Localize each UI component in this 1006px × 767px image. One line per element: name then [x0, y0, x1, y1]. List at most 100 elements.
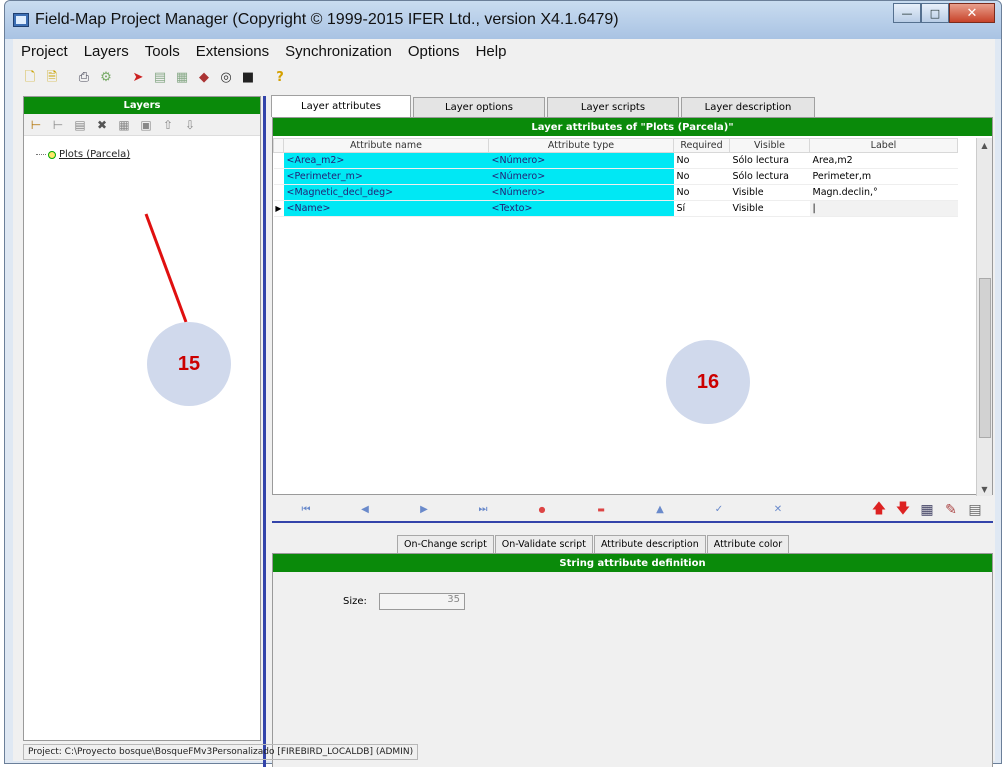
attributes-table: Attribute name Attribute type Required V… — [273, 138, 958, 217]
app-icon — [13, 13, 29, 27]
settings-icon[interactable]: ⚙ — [97, 68, 115, 86]
cell-attribute-name[interactable]: <Magnetic_decl_deg> — [283, 184, 489, 201]
cell-visible[interactable]: Visible — [729, 184, 810, 201]
menu-synchronization[interactable]: Synchronization — [285, 43, 392, 60]
cell-visible[interactable]: Sólo lectura — [729, 168, 810, 185]
scroll-thumb[interactable] — [979, 278, 991, 438]
tree-connector — [36, 154, 46, 155]
attribute-edit-icon[interactable]: ✎ — [941, 501, 961, 519]
target-icon[interactable]: ◎ — [217, 68, 235, 86]
vertical-scrollbar[interactable]: ▲ ▼ — [976, 138, 992, 496]
menu-project[interactable]: Project — [21, 43, 68, 60]
delete-layer-icon[interactable]: ✖ — [94, 117, 110, 133]
cell-required[interactable]: Sí — [673, 200, 730, 217]
attribute-export-icon[interactable]: ▤ — [965, 501, 985, 519]
close-button[interactable]: ✕ — [949, 3, 995, 23]
prior-record-icon[interactable]: ◀ — [349, 504, 381, 515]
import-icon[interactable]: ➤ — [129, 68, 147, 86]
col-visible[interactable]: Visible — [729, 138, 810, 153]
subtab-attribute-description[interactable]: Attribute description — [593, 535, 706, 553]
open-project-icon[interactable]: 🗎 — [43, 68, 61, 86]
table-row[interactable]: <Area_m2> <Número> No Sólo lectura Area,… — [273, 152, 958, 169]
first-record-icon[interactable]: ⏮ — [290, 504, 322, 515]
layers-panel-header: Layers — [24, 97, 260, 114]
table-view-icon[interactable]: ▦ — [917, 501, 937, 519]
maximize-button[interactable]: □ — [921, 3, 949, 23]
cell-attribute-name[interactable]: <Area_m2> — [283, 152, 489, 169]
cell-visible[interactable]: Visible — [729, 200, 810, 217]
cell-label[interactable]: Perimeter,m — [809, 168, 958, 185]
size-field[interactable]: 35 — [379, 593, 465, 610]
cell-attribute-type[interactable]: <Número> — [488, 184, 674, 201]
menu-options[interactable]: Options — [408, 43, 460, 60]
cell-label[interactable]: Magn.declin,° — [809, 184, 958, 201]
tab-layer-scripts[interactable]: Layer scripts — [547, 97, 679, 117]
post-edit-icon[interactable]: ✓ — [703, 504, 735, 515]
window-controls: — □ ✕ — [893, 3, 995, 25]
col-required[interactable]: Required — [673, 138, 730, 153]
new-project-icon[interactable]: 🗋 — [21, 68, 39, 86]
callout-badge-15: 15 — [147, 322, 231, 406]
subtab-attribute-color[interactable]: Attribute color — [706, 535, 790, 553]
layer-properties-icon[interactable]: ▣ — [138, 117, 154, 133]
add-sublayer-icon[interactable]: ⊢ — [50, 117, 66, 133]
cell-required[interactable]: No — [673, 184, 730, 201]
cell-attribute-name[interactable]: <Perimeter_m> — [283, 168, 489, 185]
menu-tools[interactable]: Tools — [145, 43, 180, 60]
definition-title: String attribute definition — [273, 554, 992, 572]
cancel-edit-icon[interactable]: ✕ — [762, 504, 794, 515]
panel-splitter[interactable] — [263, 96, 266, 767]
tab-layer-attributes[interactable]: Layer attributes — [271, 95, 411, 117]
row-indicator — [273, 184, 284, 201]
print-icon[interactable]: ⎙ — [75, 68, 93, 86]
move-attribute-down-icon[interactable]: 🡇 — [893, 501, 913, 519]
title-bar[interactable]: Field-Map Project Manager (Copyright © 1… — [5, 1, 1001, 39]
col-label[interactable]: Label — [809, 138, 958, 153]
export-icon[interactable]: ■ — [239, 68, 257, 86]
cell-visible[interactable]: Sólo lectura — [729, 152, 810, 169]
database-icon[interactable]: ◆ — [195, 68, 213, 86]
move-attribute-up-icon[interactable]: 🡅 — [869, 501, 889, 519]
layer-copy-icon[interactable]: ▤ — [151, 68, 169, 86]
col-attribute-type[interactable]: Attribute type — [488, 138, 674, 153]
move-up-icon[interactable]: ⇧ — [160, 117, 176, 133]
insert-record-icon[interactable]: ● — [526, 505, 558, 514]
tab-layer-options[interactable]: Layer options — [413, 97, 545, 117]
cell-attribute-name[interactable]: <Name> — [283, 200, 489, 217]
cell-label-editing[interactable]: | — [809, 200, 958, 217]
layer-paste-icon[interactable]: ▦ — [173, 68, 191, 86]
subtab-on-validate-script[interactable]: On-Validate script — [494, 535, 593, 553]
last-record-icon[interactable]: ⏭ — [467, 504, 499, 515]
record-navigator: ⏮ ◀ ▶ ⏭ ● ▬ ▲ ✓ ✕ 🡅 🡇 ▦ ✎ ▤ — [272, 497, 993, 523]
cell-attribute-type[interactable]: <Texto> — [488, 200, 674, 217]
col-attribute-name[interactable]: Attribute name — [283, 138, 489, 153]
menu-layers[interactable]: Layers — [84, 43, 129, 60]
menu-help[interactable]: Help — [476, 43, 507, 60]
delete-record-icon[interactable]: ▬ — [585, 505, 617, 514]
next-record-icon[interactable]: ▶ — [408, 504, 440, 515]
attributes-title: Layer attributes of "Plots (Parcela)" — [273, 118, 992, 136]
table-row[interactable]: ▶ <Name> <Texto> Sí Visible | — [273, 200, 958, 217]
add-layer-icon[interactable]: ⊢ — [28, 117, 44, 133]
tree-item-plots[interactable]: Plots (Parcela) — [36, 149, 130, 160]
table-row[interactable]: <Perimeter_m> <Número> No Sólo lectura P… — [273, 168, 958, 185]
cell-attribute-type[interactable]: <Número> — [488, 168, 674, 185]
table-row[interactable]: <Magnetic_decl_deg> <Número> No Visible … — [273, 184, 958, 201]
minimize-button[interactable]: — — [893, 3, 921, 23]
edit-record-icon[interactable]: ▲ — [644, 504, 676, 515]
move-down-icon[interactable]: ⇩ — [182, 117, 198, 133]
menu-bar: Project Layers Tools Extensions Synchron… — [13, 39, 995, 63]
cell-required[interactable]: No — [673, 168, 730, 185]
scroll-up-icon[interactable]: ▲ — [977, 138, 992, 152]
copy-layer-icon[interactable]: ▤ — [72, 117, 88, 133]
menu-extensions[interactable]: Extensions — [196, 43, 269, 60]
cell-required[interactable]: No — [673, 152, 730, 169]
tab-layer-description[interactable]: Layer description — [681, 97, 815, 117]
cell-attribute-type[interactable]: <Número> — [488, 152, 674, 169]
scroll-down-icon[interactable]: ▼ — [977, 482, 992, 496]
subtab-on-change-script[interactable]: On-Change script — [397, 535, 494, 553]
layers-panel: Layers ⊢ ⊢ ▤ ✖ ▦ ▣ ⇧ ⇩ Plots (Parcela) — [23, 96, 261, 741]
cell-label[interactable]: Area,m2 — [809, 152, 958, 169]
help-icon[interactable]: ? — [271, 68, 289, 86]
layer-grid-icon[interactable]: ▦ — [116, 117, 132, 133]
